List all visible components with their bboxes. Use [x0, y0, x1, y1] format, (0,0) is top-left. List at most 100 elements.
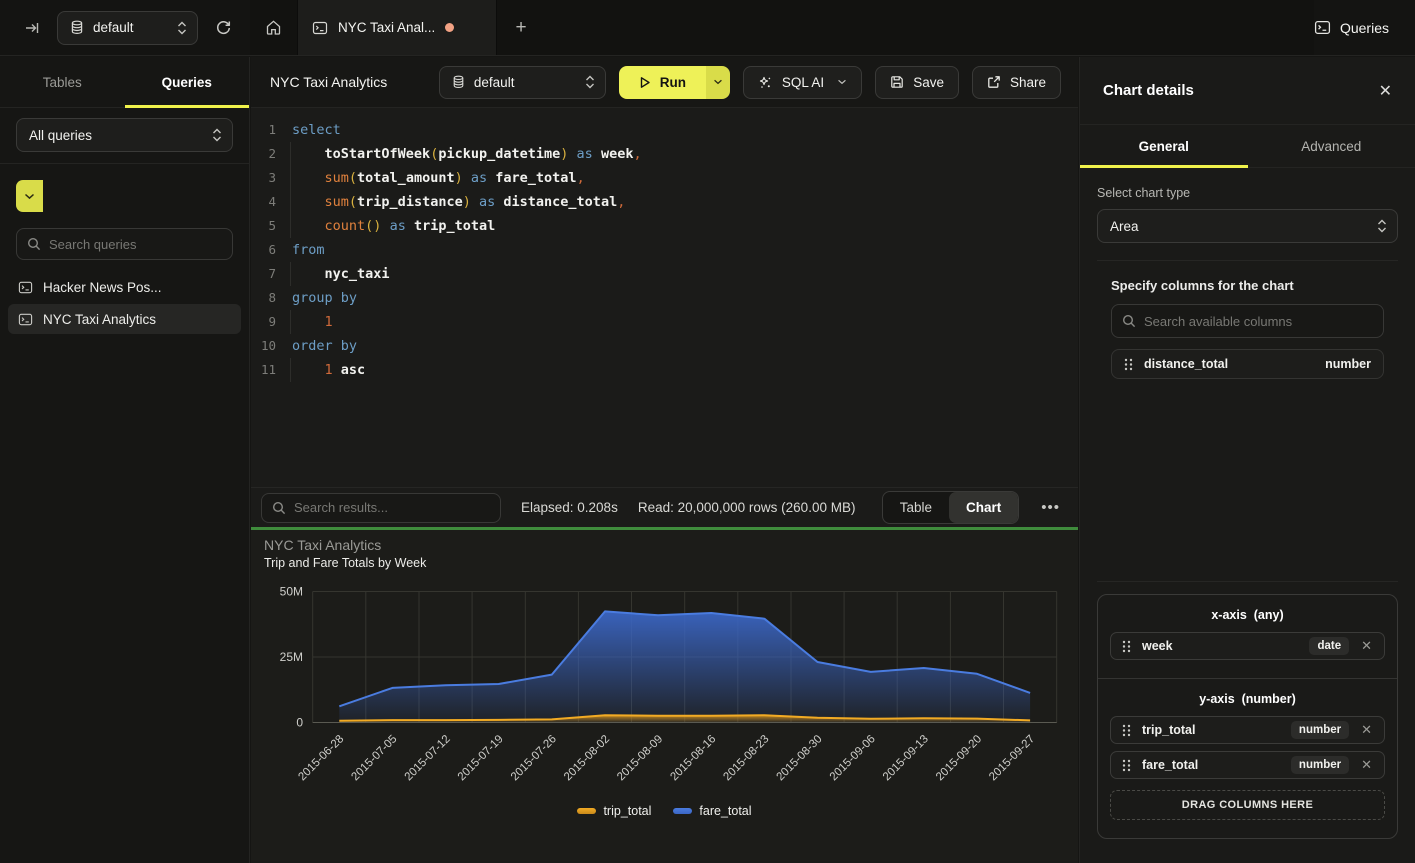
svg-text:2015-09-06: 2015-09-06 — [828, 733, 878, 783]
top-bar-left: default — [0, 0, 250, 55]
share-button[interactable]: Share — [972, 66, 1061, 99]
run-split-button: Run — [619, 66, 730, 99]
code-line: 1select — [251, 118, 1078, 142]
y-axis-section: y-axis (number) trip_totalnumber✕fare_to… — [1098, 678, 1397, 838]
svg-text:2015-09-13: 2015-09-13 — [881, 733, 931, 783]
query-list-item[interactable]: NYC Taxi Analytics — [8, 304, 241, 334]
database-icon — [452, 75, 465, 89]
svg-text:2015-09-20: 2015-09-20 — [934, 733, 984, 783]
drag-handle-icon[interactable] — [1124, 358, 1133, 371]
sidebar-tab-queries[interactable]: Queries — [125, 57, 250, 107]
run-label: Run — [660, 75, 686, 90]
query-filter-select[interactable]: All queries — [16, 118, 233, 152]
run-database-value: default — [474, 75, 515, 90]
results-view-toggle: Table Chart — [882, 491, 1020, 524]
line-number: 6 — [251, 238, 276, 262]
chart-details-title: Chart details — [1103, 82, 1194, 99]
column-row-distance_total[interactable]: distance_totalnumber — [1111, 349, 1384, 379]
column-row-week[interactable]: weekdate✕ — [1110, 632, 1385, 660]
view-chart-tab[interactable]: Chart — [949, 492, 1018, 523]
new-query-dropdown-button[interactable] — [16, 180, 43, 212]
sql-ai-button[interactable]: SQL AI — [743, 66, 862, 99]
legend-label: fare_total — [699, 804, 751, 818]
column-row-trip_total[interactable]: trip_total number ✕ — [1110, 716, 1385, 744]
chart-title: NYC Taxi Analytics — [264, 537, 381, 553]
unsaved-changes-dot — [445, 23, 454, 32]
code-line: 7 nyc_taxi — [251, 262, 1078, 286]
line-number: 9 — [251, 310, 276, 334]
collapse-sidebar-icon[interactable] — [24, 20, 40, 36]
svg-text:2015-08-23: 2015-08-23 — [721, 733, 771, 783]
query-item-label: Hacker News Pos... — [43, 280, 162, 295]
new-query-split-button: + New query — [16, 180, 233, 212]
save-icon — [890, 75, 904, 89]
code-line: 11 1 asc — [251, 358, 1078, 382]
save-button[interactable]: Save — [875, 66, 959, 99]
remove-column-icon[interactable]: ✕ — [1360, 722, 1373, 738]
svg-text:2015-08-09: 2015-08-09 — [615, 733, 665, 783]
results-search — [261, 493, 501, 523]
code-line: 8group by — [251, 286, 1078, 310]
chart-card: NYC Taxi Analytics Trip and Fare Totals … — [251, 530, 1078, 861]
legend-item-trip_total[interactable]: trip_total — [577, 804, 651, 818]
drop-zone[interactable]: DRAG COLUMNS HERE — [1110, 790, 1385, 820]
tab-advanced[interactable]: Advanced — [1248, 125, 1415, 167]
topbar-database-select[interactable]: default — [57, 11, 198, 45]
chart-subtitle: Trip and Fare Totals by Week — [264, 556, 426, 570]
chevron-updown-icon — [177, 21, 187, 35]
panel-divider — [1097, 581, 1398, 582]
remove-column-icon[interactable]: ✕ — [1360, 757, 1373, 773]
top-bar: default — [0, 0, 1415, 56]
drag-handle-icon[interactable] — [1122, 724, 1131, 737]
sparkles-icon — [758, 75, 773, 90]
columns-search — [1111, 304, 1384, 338]
tab-nyc-taxi-analytics[interactable]: NYC Taxi Anal... — [297, 0, 497, 55]
line-number: 8 — [251, 286, 276, 310]
column-row-fare_total[interactable]: fare_totalnumber✕ — [1110, 751, 1385, 779]
run-options-button[interactable] — [706, 66, 730, 99]
new-tab-button[interactable]: + — [497, 0, 545, 55]
terminal-icon — [312, 20, 328, 36]
queries-shortcut[interactable]: Queries — [1314, 19, 1415, 36]
column-name: trip_total — [1142, 723, 1195, 737]
chart-type-select[interactable]: Area — [1097, 209, 1398, 243]
drag-handle-icon[interactable] — [1122, 640, 1131, 653]
column-type-badge: number — [1291, 721, 1349, 739]
database-icon — [70, 20, 84, 35]
play-icon — [639, 76, 651, 89]
legend-item-fare_total[interactable]: fare_total — [673, 804, 751, 818]
axis-mapping-container: x-axis (any) weekdate✕ y-axis (number) t… — [1097, 594, 1398, 839]
svg-text:2015-07-05: 2015-07-05 — [349, 733, 399, 783]
columns-search-input[interactable] — [1144, 314, 1373, 329]
svg-text:2015-09-27: 2015-09-27 — [987, 733, 1037, 783]
sidebar-body: All queries + New query — [0, 108, 249, 334]
chart-type-value: Area — [1110, 219, 1139, 234]
refresh-icon[interactable] — [215, 19, 232, 36]
svg-text:2015-08-16: 2015-08-16 — [668, 733, 718, 783]
sidebar-divider — [0, 163, 249, 164]
query-search-input[interactable] — [49, 237, 225, 252]
line-number: 2 — [251, 142, 276, 166]
run-button[interactable]: Run — [619, 66, 706, 99]
run-database-select[interactable]: default — [439, 66, 606, 99]
remove-column-icon[interactable]: ✕ — [1360, 638, 1373, 654]
available-columns-list: distance_totalnumber — [1111, 349, 1384, 379]
sidebar-tab-tables[interactable]: Tables — [0, 57, 125, 107]
drag-handle-icon[interactable] — [1122, 759, 1131, 772]
svg-text:2015-08-30: 2015-08-30 — [775, 733, 825, 783]
legend-marker — [577, 808, 596, 814]
tab-general[interactable]: General — [1080, 125, 1248, 167]
home-tab[interactable] — [250, 0, 297, 55]
line-number: 10 — [251, 334, 276, 358]
view-table-tab[interactable]: Table — [883, 492, 949, 523]
query-list-item[interactable]: Hacker News Pos... — [8, 272, 241, 302]
legend-label: trip_total — [603, 804, 651, 818]
save-label: Save — [913, 75, 944, 90]
results-more-button[interactable]: ••• — [1039, 499, 1062, 516]
results-search-input[interactable] — [294, 500, 490, 515]
sql-editor[interactable]: 1select2 toStartOfWeek(pickup_datetime) … — [251, 108, 1078, 487]
terminal-icon — [18, 280, 33, 295]
close-icon[interactable]: ✕ — [1379, 81, 1392, 101]
tab-title: NYC Taxi Anal... — [338, 20, 435, 35]
chart-legend: trip_total fare_total — [251, 804, 1078, 818]
